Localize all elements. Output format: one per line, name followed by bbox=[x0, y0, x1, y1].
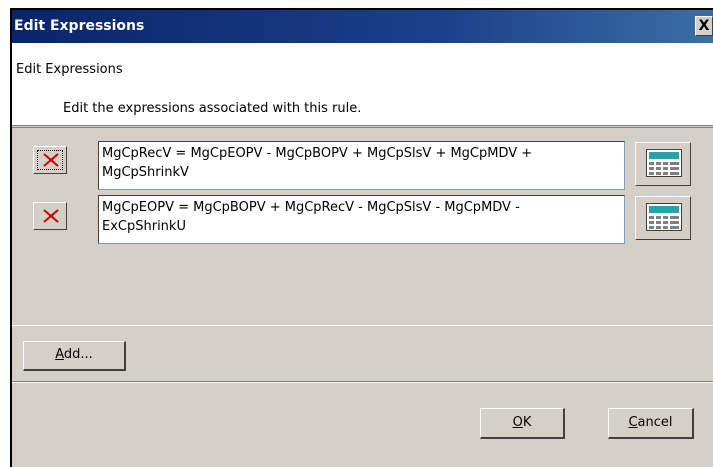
delete-expression-button[interactable] bbox=[33, 202, 67, 230]
expression-list: MgCpRecV = MgCpEOPV - MgCpBOPV + MgCpSls… bbox=[12, 127, 713, 326]
delete-x-icon bbox=[43, 209, 59, 223]
title-bar: Edit Expressions X bbox=[12, 10, 713, 43]
delete-expression-button[interactable] bbox=[33, 146, 67, 174]
expression-builder-button[interactable] bbox=[635, 142, 691, 186]
add-mnemonic: A bbox=[55, 347, 64, 362]
close-button[interactable]: X bbox=[695, 16, 713, 36]
calculator-icon bbox=[646, 149, 682, 177]
calculator-icon bbox=[646, 203, 682, 231]
header-panel: Edit Expressions Edit the expressions as… bbox=[12, 43, 713, 126]
header-title: Edit Expressions bbox=[16, 62, 123, 77]
separator bbox=[12, 381, 713, 383]
expression-row: MgCpRecV = MgCpEOPV - MgCpBOPV + MgCpSls… bbox=[12, 136, 713, 190]
ok-label: K bbox=[522, 415, 532, 430]
cancel-button[interactable]: Cancel bbox=[608, 408, 694, 439]
cancel-mnemonic: C bbox=[628, 415, 638, 430]
expression-row: MgCpEOPV = MgCpBOPV + MgCpRecV - MgCpSls… bbox=[12, 190, 713, 244]
add-label: dd... bbox=[63, 347, 93, 362]
expression-field[interactable]: MgCpEOPV = MgCpBOPV + MgCpRecV - MgCpSls… bbox=[98, 195, 625, 244]
cancel-label: ancel bbox=[637, 415, 673, 430]
window-title: Edit Expressions bbox=[14, 18, 145, 34]
expression-builder-button[interactable] bbox=[635, 196, 691, 240]
expression-field[interactable]: MgCpRecV = MgCpEOPV - MgCpBOPV + MgCpSls… bbox=[98, 141, 625, 190]
ok-button[interactable]: OK bbox=[480, 408, 565, 439]
header-description: Edit the expressions associated with thi… bbox=[63, 101, 362, 116]
delete-x-icon bbox=[43, 153, 59, 167]
ok-mnemonic: O bbox=[512, 415, 523, 430]
edit-expressions-dialog: Edit Expressions X Edit Expressions Edit… bbox=[10, 8, 713, 467]
add-expression-button[interactable]: Add... bbox=[23, 341, 126, 371]
